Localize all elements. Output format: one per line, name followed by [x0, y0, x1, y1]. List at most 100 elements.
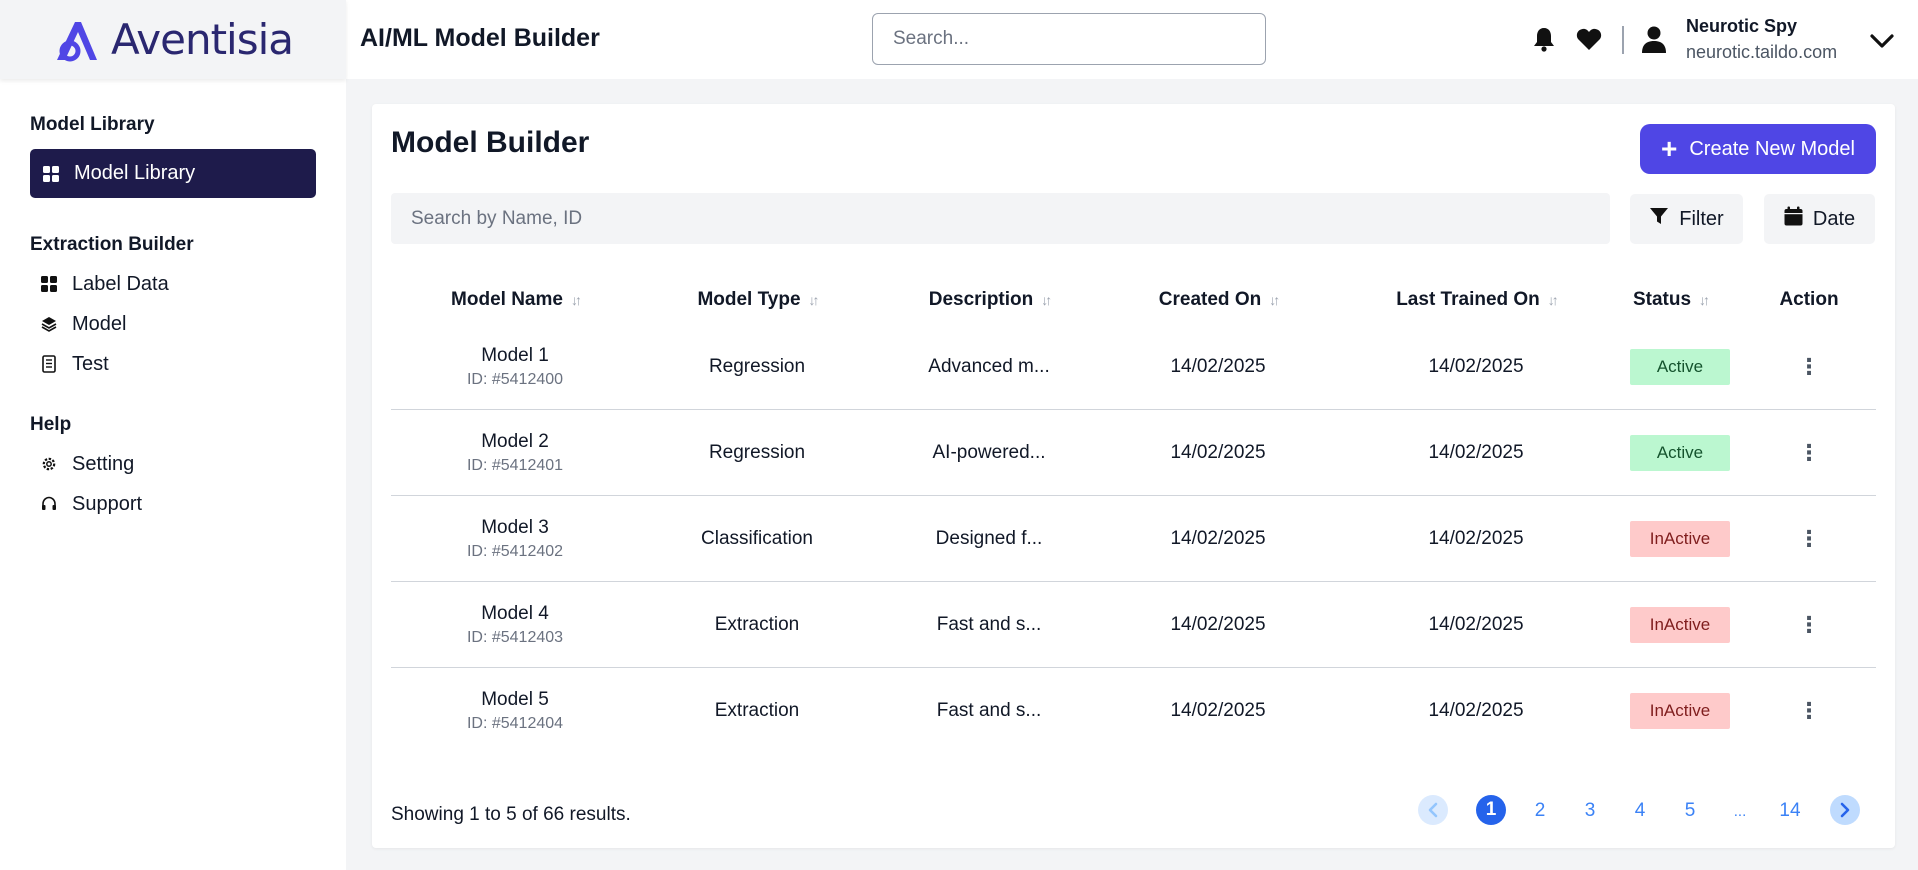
status-badge: InActive: [1630, 606, 1730, 643]
created-on-cell: 14/02/2025: [1170, 527, 1266, 549]
more-options-icon[interactable]: ⋮: [1798, 613, 1820, 636]
more-options-icon[interactable]: ⋮: [1798, 527, 1820, 550]
column-header-label: Action: [1779, 289, 1839, 310]
date-button[interactable]: Date: [1764, 194, 1875, 244]
app-title: AI/ML Model Builder: [360, 24, 600, 52]
chevron-down-icon[interactable]: [1868, 26, 1896, 56]
sort-icon: ↓↑: [1699, 292, 1710, 308]
more-options-icon[interactable]: ⋮: [1798, 699, 1820, 722]
pagination-page-4[interactable]: 4: [1625, 795, 1655, 827]
model-name: Model 2: [481, 430, 549, 452]
pagination-page-14[interactable]: 14: [1770, 795, 1810, 827]
model-type-cell: Regression: [708, 355, 806, 377]
action-cell: ⋮: [1798, 496, 1820, 581]
status-cell: Active: [1630, 324, 1730, 409]
sidebar-item-label: Model Library: [74, 162, 196, 184]
more-options-icon[interactable]: ⋮: [1798, 355, 1820, 378]
status-cell: InActive: [1630, 496, 1730, 581]
pagination-page-1[interactable]: 1: [1476, 795, 1506, 825]
column-header-label: Created On: [1158, 289, 1262, 310]
table-row[interactable]: Model 2 ID: #5412401 Regression AI-powere…: [391, 410, 1876, 496]
column-header-description[interactable]: Description ↓↑: [929, 280, 1053, 320]
sidebar-heading-help: Help: [30, 414, 72, 435]
model-name-cell: Model 4 ID: #5412403: [467, 582, 563, 667]
model-type-cell: Classification: [701, 527, 813, 549]
gear-icon: [40, 455, 58, 473]
user-name: Neurotic Spy: [1686, 16, 1798, 36]
headset-icon: [40, 495, 58, 513]
create-new-model-label: Create New Model: [1689, 137, 1855, 160]
table-row[interactable]: Model 1 ID: #5412400 Regression Advanced …: [391, 324, 1876, 410]
calendar-icon: [1784, 206, 1803, 232]
model-name-cell: Model 3 ID: #5412402: [467, 496, 563, 581]
model-id: ID: #5412401: [466, 456, 564, 474]
column-header-created-on[interactable]: Created On ↓↑: [1158, 280, 1280, 320]
model-name: Model 5: [481, 688, 549, 710]
sidebar-item-label: Support: [72, 492, 143, 515]
sort-icon: ↓↑: [1041, 292, 1052, 308]
sidebar-item-model[interactable]: Model: [30, 309, 316, 339]
sidebar-item-setting[interactable]: Setting: [30, 449, 316, 479]
sort-icon: ↓↑: [1269, 292, 1280, 308]
table-row[interactable]: Model 5 ID: #5412404 Extraction Fast and …: [391, 668, 1876, 754]
pagination-ellipsis: ...: [1733, 802, 1747, 820]
status-badge: Active: [1630, 348, 1730, 385]
table-row[interactable]: Model 4 ID: #5412403 Extraction Fast and …: [391, 582, 1876, 668]
column-header-last-trained-on[interactable]: Last Trained On ↓↑: [1396, 280, 1559, 320]
last-trained-cell: 14/02/2025: [1428, 527, 1524, 549]
pagination-prev-button[interactable]: [1418, 795, 1448, 825]
user-avatar-icon[interactable]: [1640, 24, 1668, 54]
column-header-label: Status: [1632, 289, 1692, 310]
model-search-input[interactable]: [391, 193, 1610, 244]
column-header-status[interactable]: Status ↓↑: [1632, 280, 1710, 320]
heart-icon[interactable]: [1575, 24, 1603, 54]
sort-icon: ↓↑: [1547, 292, 1559, 308]
last-trained-cell: 14/02/2025: [1428, 699, 1524, 721]
table-row[interactable]: Model 3 ID: #5412402 Classification Desig…: [391, 496, 1876, 582]
model-type-cell: Extraction: [714, 613, 800, 635]
sidebar-heading-extraction-builder: Extraction Builder: [30, 234, 194, 255]
layers-icon: [40, 315, 58, 333]
pagination-page-5[interactable]: 5: [1675, 795, 1705, 827]
last-trained-cell: 14/02/2025: [1428, 441, 1524, 463]
more-options-icon[interactable]: ⋮: [1798, 441, 1820, 464]
last-trained-cell: 14/02/2025: [1428, 355, 1524, 377]
filter-icon: [1649, 206, 1669, 232]
chevron-left-icon: [1428, 802, 1438, 818]
last-trained-cell: 14/02/2025: [1428, 613, 1524, 635]
pagination-page-2[interactable]: 2: [1525, 795, 1555, 827]
status-badge: Active: [1630, 434, 1730, 471]
bell-icon[interactable]: [1530, 24, 1558, 54]
brand-logo-icon: [56, 21, 97, 61]
header-divider: [1622, 26, 1624, 54]
model-name-cell: Model 2 ID: #5412401: [467, 410, 563, 495]
grid-icon: [42, 165, 60, 183]
model-id: ID: #5412400: [466, 370, 564, 388]
model-builder-card: Model Builder + Create New Model Filter …: [372, 104, 1895, 848]
page-title: Model Builder: [391, 126, 590, 159]
sidebar-item-support[interactable]: Support: [30, 489, 316, 519]
brand-logo[interactable]: Aventisia: [53, 15, 294, 64]
sidebar-item-label: Model: [72, 312, 127, 335]
sort-icon: ↓↑: [570, 292, 582, 308]
status-badge: InActive: [1630, 692, 1730, 729]
sort-icon: ↓↑: [808, 292, 820, 308]
filter-button[interactable]: Filter: [1630, 194, 1743, 244]
pagination-next-button[interactable]: [1830, 795, 1860, 825]
status-cell: Active: [1630, 410, 1730, 495]
column-header-model-type[interactable]: Model Type ↓↑: [697, 280, 820, 320]
global-search-input[interactable]: [872, 13, 1266, 65]
table-header: Model Name ↓↑ Model Type ↓↑ Description ↓↑ …: [391, 280, 1876, 320]
model-type-cell: Extraction: [714, 699, 800, 721]
pagination-page-3[interactable]: 3: [1575, 795, 1605, 827]
sidebar-item-label-data[interactable]: Label Data: [30, 269, 316, 299]
column-header-label: Model Type: [697, 289, 801, 310]
sidebar-heading-model-library: Model Library: [30, 114, 155, 135]
column-header-model-name[interactable]: Model Name ↓↑: [451, 280, 582, 320]
sidebar: Model Library Model Library Extraction B…: [0, 79, 346, 870]
created-on-cell: 14/02/2025: [1170, 355, 1266, 377]
sidebar-item-test[interactable]: Test: [30, 349, 316, 379]
model-name: Model 3: [481, 516, 549, 538]
sidebar-item-model-library[interactable]: Model Library: [30, 149, 316, 198]
create-new-model-button[interactable]: + Create New Model: [1640, 124, 1876, 174]
